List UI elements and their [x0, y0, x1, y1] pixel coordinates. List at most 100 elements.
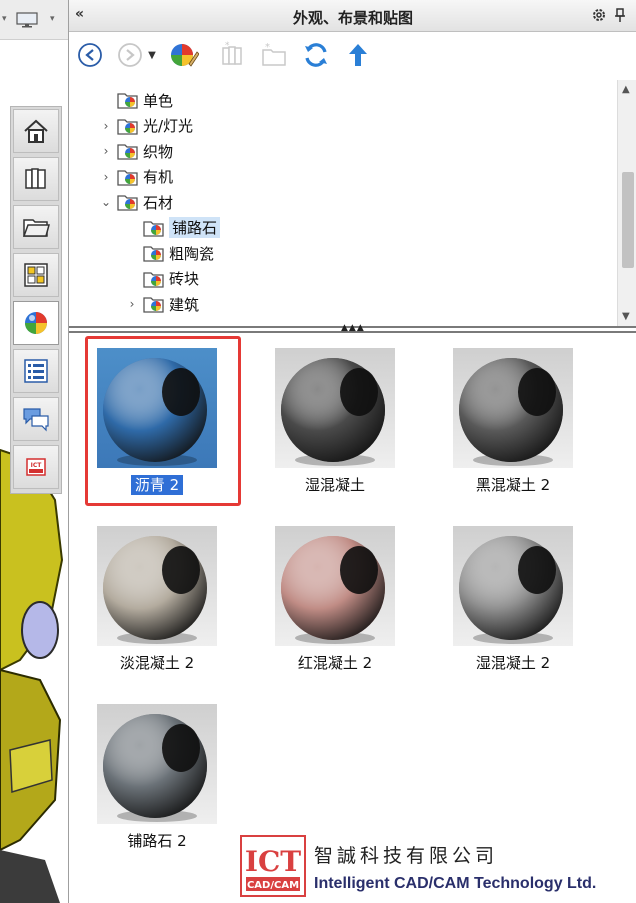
dropdown-arrow-icon[interactable]: ▾	[50, 14, 55, 24]
company-name-chinese: 智誠科技有限公司	[314, 845, 499, 867]
material-name: 淡混凝土 2	[119, 654, 195, 672]
refresh-button[interactable]	[301, 40, 331, 70]
tree-item[interactable]: › 建筑	[125, 292, 199, 316]
pane-splitter[interactable]: ▲▲▲	[69, 323, 636, 336]
library-books-icon	[25, 168, 46, 189]
material-sphere-preview	[275, 348, 395, 468]
material-sphere-icon	[103, 714, 207, 822]
tab-forum[interactable]	[13, 397, 59, 441]
tab-custom-properties[interactable]	[13, 349, 59, 393]
company-name-english: Intelligent CAD/CAM Technology Ltd.	[314, 875, 597, 892]
pin-icon[interactable]	[613, 7, 627, 23]
tree-item[interactable]: › 有机	[99, 165, 173, 189]
appearance-folder-icon	[117, 118, 138, 135]
appearance-thumbnail[interactable]: 黑混凝土 2	[425, 338, 575, 498]
appearance-thumbnail[interactable]: 淡混凝土 2	[69, 516, 219, 676]
splitter-grip-icon[interactable]: ▲▲▲	[341, 323, 365, 333]
company-watermark: ICT CAD/CAM 智誠科技有限公司 Intelligent CAD/CAM…	[240, 835, 632, 899]
svg-text:*: *	[225, 41, 230, 51]
appearance-thumbnail[interactable]: 湿混凝土 2	[425, 516, 575, 676]
tree-item[interactable]: ⌄ 石材	[99, 190, 173, 214]
tab-ict[interactable]: ICT	[13, 445, 59, 489]
tree-item-label: 单色	[143, 91, 174, 110]
properties-list-icon	[24, 359, 48, 383]
appearance-folder-icon	[117, 93, 138, 109]
tree-item[interactable]: › 织物	[99, 139, 173, 163]
back-arrow-icon	[78, 43, 102, 67]
appearance-thumbnail-label: 湿混凝土 2	[425, 652, 601, 673]
svg-text:CAD/CAM: CAD/CAM	[247, 880, 299, 891]
appearance-ball-icon	[25, 312, 47, 334]
back-button[interactable]	[75, 40, 105, 70]
cad-top-bar: ▾ ▾	[0, 0, 68, 40]
material-sphere-icon	[103, 536, 207, 644]
selection-highlight-box	[85, 336, 241, 506]
material-sphere-icon	[281, 358, 385, 466]
appearance-thumbnail-label: 黑混凝土 2	[425, 474, 601, 495]
tab-appearances[interactable]	[13, 301, 59, 345]
ict-logo-icon: ICT	[26, 458, 46, 476]
panel-title: 外观、布景和贴图	[292, 9, 413, 27]
add-library-button[interactable]: *	[217, 40, 247, 70]
material-sphere-preview	[453, 348, 573, 468]
tree-scrollbar[interactable]: ▲ ▼	[617, 80, 636, 326]
appearance-thumbnail-label: 铺路石 2	[69, 830, 245, 851]
tree-item[interactable]: 砖块	[125, 267, 199, 291]
library-add-icon: *	[222, 41, 242, 65]
svg-text:*: *	[265, 42, 270, 53]
appearance-thumbnail-label: 湿混凝土	[247, 474, 423, 495]
material-name: 湿混凝土	[304, 476, 365, 494]
scroll-up-icon[interactable]: ▲	[622, 84, 630, 95]
tree-item[interactable]: 粗陶瓷	[125, 241, 214, 265]
tree-item[interactable]: 单色	[99, 88, 173, 112]
tree-item-label: 铺路石	[169, 217, 221, 238]
tree-item[interactable]: 铺路石	[125, 216, 221, 240]
tab-file-explorer[interactable]	[13, 205, 59, 249]
expand-chevron-icon[interactable]: ⌄	[99, 195, 113, 209]
material-sphere-icon	[459, 358, 563, 466]
material-sphere-preview	[97, 526, 217, 646]
up-folder-button[interactable]	[343, 40, 373, 70]
expand-chevron-icon[interactable]: ›	[99, 119, 113, 133]
expand-chevron-icon[interactable]: ›	[99, 144, 113, 158]
appearances-panel: « 外观、布景和贴图 ▼ * * 单色 › 光/灯光 › 织物 › 有机 ⌄ 石…	[68, 0, 636, 903]
tree-item[interactable]: › 光/灯光	[99, 114, 193, 138]
material-sphere-preview	[97, 704, 217, 824]
tab-view-palette[interactable]	[13, 253, 59, 297]
new-folder-button[interactable]: *	[259, 40, 289, 70]
tab-home[interactable]	[13, 109, 59, 153]
scroll-down-icon[interactable]: ▼	[622, 311, 630, 322]
expand-chevron-icon[interactable]: ›	[125, 297, 139, 311]
tree-item-label: 石材	[143, 193, 174, 212]
scrollbar-thumb[interactable]	[622, 172, 634, 268]
appearance-folder-icon	[143, 246, 164, 262]
panel-toolbar: ▼ * *	[69, 32, 636, 78]
edit-appearance-button[interactable]	[169, 40, 199, 70]
svg-text:ICT: ICT	[245, 845, 301, 878]
appearance-tree[interactable]: 单色 › 光/灯光 › 织物 › 有机 ⌄ 石材 铺路石 粗陶瓷 砖块 › 建筑	[69, 80, 617, 326]
tree-item-label: 有机	[143, 168, 174, 186]
tree-item-label: 建筑	[169, 295, 200, 314]
history-dropdown-button[interactable]: ▼	[145, 40, 159, 70]
tree-item-label: 粗陶瓷	[169, 244, 215, 263]
expand-chevron-icon[interactable]: ›	[99, 170, 113, 184]
forward-arrow-icon	[118, 43, 142, 67]
material-name: 黑混凝土 2	[475, 476, 551, 494]
gear-icon[interactable]	[591, 7, 607, 23]
panel-title-bar: « 外观、布景和贴图	[69, 0, 636, 32]
monitor-icon[interactable]	[16, 12, 38, 28]
tab-design-library[interactable]	[13, 157, 59, 201]
appearance-thumbnail[interactable]: 湿混凝土	[247, 338, 397, 498]
title-tools	[591, 7, 627, 23]
forward-button[interactable]	[115, 40, 145, 70]
tree-item-label: 织物	[143, 142, 174, 161]
material-sphere-icon	[281, 536, 385, 644]
appearance-folder-icon	[143, 220, 164, 237]
view-palette-icon	[24, 263, 48, 287]
appearance-thumbnail[interactable]: 铺路石 2	[69, 694, 219, 854]
dropdown-arrow-icon[interactable]: ▾	[2, 14, 7, 24]
appearance-thumbnail[interactable]: 红混凝土 2	[247, 516, 397, 676]
material-name: 铺路石 2	[127, 832, 187, 850]
home-icon	[24, 119, 48, 143]
appearance-folder-icon	[117, 169, 138, 186]
